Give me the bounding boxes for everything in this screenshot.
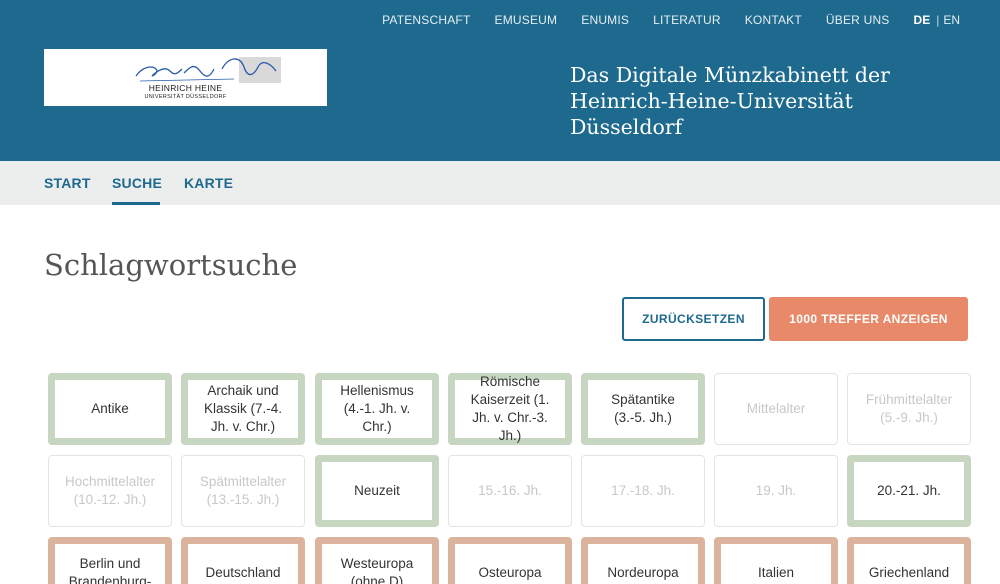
keyword-tile[interactable]: Spätmittelalter (13.-15. Jh.) [181,455,305,527]
nav-link-kontakt[interactable]: KONTAKT [745,13,802,27]
keyword-tile[interactable]: Osteuropa [448,537,572,584]
main-navigation: START SUCHE KARTE [0,161,1000,205]
tab-karte[interactable]: KARTE [184,175,233,191]
active-tab-indicator [112,202,160,205]
site-title-line-1: Das Digitale Münzkabinett der [570,63,890,87]
keyword-tile[interactable]: 20.-21. Jh. [847,455,971,527]
page-title: Schlagwortsuche [44,248,298,282]
nav-link-literatur[interactable]: LITERATUR [653,13,721,27]
top-navigation: PATENSCHAFT EMUSEUM ENUMIS LITERATUR KON… [358,13,960,27]
tab-suche[interactable]: SUCHE [112,175,162,191]
keyword-tile[interactable]: Spätantike (3.-5. Jh.) [581,373,705,445]
keyword-tile[interactable]: Deutschland [181,537,305,584]
language-switcher: DE | EN [914,13,960,27]
nav-link-enumis[interactable]: ENUMIS [581,13,629,27]
keyword-tile[interactable]: Hochmittelalter (10.-12. Jh.) [48,455,172,527]
language-de[interactable]: DE [914,13,931,27]
keyword-tile[interactable]: 15.-16. Jh. [448,455,572,527]
keyword-tile[interactable]: Archaik und Klassik (7.-4. Jh. v. Chr.) [181,373,305,445]
keyword-tile[interactable]: Italien [714,537,838,584]
nav-link-ueber-uns[interactable]: ÜBER UNS [826,13,890,27]
keyword-tile[interactable]: Griechenland [847,537,971,584]
keyword-tile[interactable]: Nordeuropa [581,537,705,584]
language-en[interactable]: EN [943,13,960,27]
keyword-tile[interactable]: Antike [48,373,172,445]
reset-button[interactable]: ZURÜCKSETZEN [622,297,765,341]
keyword-tile[interactable]: Frühmittelalter (5.-9. Jh.) [847,373,971,445]
keyword-tile[interactable]: 17.-18. Jh. [581,455,705,527]
show-results-button[interactable]: 1000 TREFFER ANZEIGEN [769,297,968,341]
keyword-tile[interactable]: Hellenismus (4.-1. Jh. v. Chr.) [315,373,439,445]
logo-subtitle: UNIVERSITÄT DÜSSELDORF [144,94,227,100]
site-header: PATENSCHAFT EMUSEUM ENUMIS LITERATUR KON… [0,0,1000,161]
language-separator: | [936,13,940,27]
site-title: Das Digitale Münzkabinett der Heinrich-H… [570,62,960,140]
keyword-tile[interactable]: Römische Kaiserzeit (1. Jh. v. Chr.-3. J… [448,373,572,445]
nav-link-patenschaft[interactable]: PATENSCHAFT [382,13,470,27]
logo-name: HEINRICH HEINE [148,83,223,93]
keyword-tile[interactable]: Mittelalter [714,373,838,445]
keyword-tile[interactable]: Westeuropa (ohne D) [315,537,439,584]
keyword-tile[interactable]: Neuzeit [315,455,439,527]
tab-start[interactable]: START [44,175,91,191]
keyword-tile[interactable]: 19. Jh. [714,455,838,527]
university-logo[interactable]: HEINRICH HEINE UNIVERSITÄT DÜSSELDORF [44,49,327,106]
keyword-tile[interactable]: Berlin und Brandenburg- [48,537,172,584]
site-title-line-2: Heinrich-Heine-Universität Düsseldorf [570,89,853,139]
nav-link-emuseum[interactable]: EMUSEUM [495,13,558,27]
